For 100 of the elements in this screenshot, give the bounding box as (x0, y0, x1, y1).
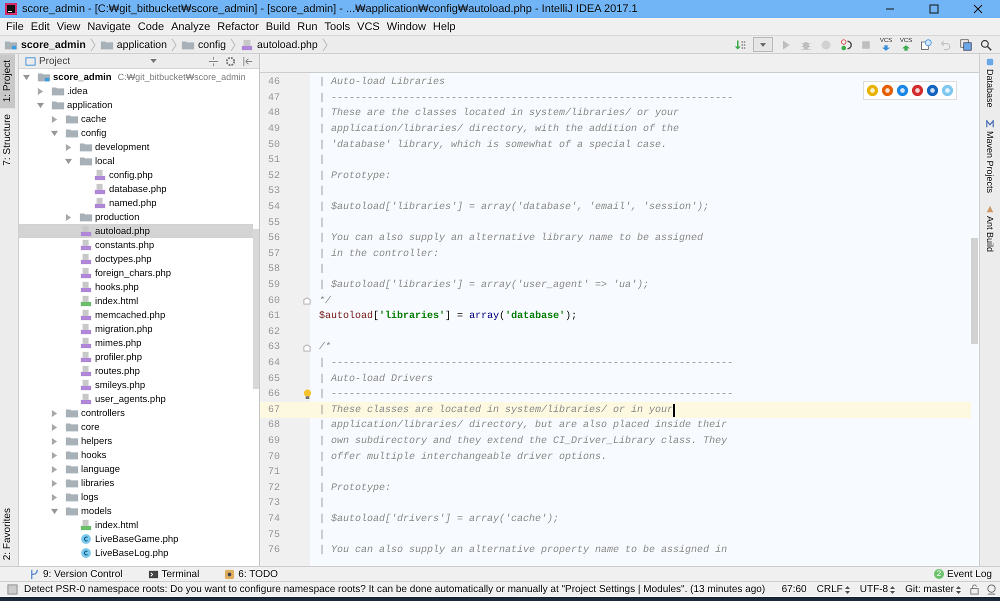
menu-item[interactable]: Tools (324, 20, 350, 32)
tree-item[interactable]: hooks (19, 448, 253, 462)
browser-icon[interactable] (911, 84, 924, 97)
menu-item[interactable]: Window (386, 20, 426, 32)
tree-item[interactable]: named.php (19, 196, 253, 210)
expand-arrow-icon[interactable] (51, 452, 58, 458)
tree-item[interactable]: development (19, 140, 253, 154)
expand-arrow-icon[interactable] (51, 116, 58, 122)
expand-arrow-icon[interactable] (51, 480, 58, 486)
scrollbar-thumb[interactable] (971, 238, 978, 344)
browser-icon[interactable] (881, 84, 894, 97)
tree-item[interactable]: hooks.php (19, 280, 253, 294)
menu-item[interactable]: Edit (30, 20, 50, 32)
tree-item[interactable]: index.html (19, 294, 253, 308)
menu-item[interactable]: Run (297, 20, 318, 32)
run-config-dropdown[interactable] (753, 37, 773, 52)
menu-item[interactable]: Help (432, 20, 456, 32)
tree-item[interactable]: helpers (19, 434, 253, 448)
lock-icon[interactable] (969, 584, 980, 595)
tree-item[interactable]: database.php (19, 182, 253, 196)
hide-panel-icon[interactable] (242, 56, 253, 66)
tree-item[interactable]: LiveBaseLog.php (19, 546, 253, 560)
tool-window-tab[interactable]: Ant Build (980, 202, 1000, 254)
tree-item[interactable]: memcached.php (19, 308, 253, 322)
expand-arrow-icon[interactable] (51, 424, 58, 430)
expand-arrow-icon[interactable] (65, 144, 72, 150)
breadcrumb-item[interactable]: autoload.php (240, 38, 318, 50)
scrollbar-thumb[interactable] (253, 229, 259, 389)
expand-arrow-icon[interactable] (51, 466, 58, 472)
tool-window-tab[interactable]: 2: Favorites (0, 502, 18, 566)
fold-marker-icon[interactable] (303, 297, 311, 306)
tree-item[interactable]: config.php (19, 168, 253, 182)
event-log-button[interactable]: 2 Event Log (934, 568, 1000, 580)
tool-window-tab[interactable]: 7: Structure (0, 108, 15, 172)
tree-item[interactable]: user_agents.php (19, 392, 253, 406)
menu-item[interactable]: Refactor (217, 20, 259, 32)
tool-window-button[interactable]: 9: Version Control (26, 568, 130, 580)
tree-item[interactable]: local (19, 154, 253, 168)
tree-item[interactable]: migration.php (19, 322, 253, 336)
tree-item[interactable]: production (19, 210, 253, 224)
folder-icon (37, 71, 51, 83)
php-file-icon (79, 309, 93, 321)
menu-item[interactable]: Navigate (87, 20, 131, 32)
tree-item[interactable]: cache (19, 112, 253, 126)
tree-item[interactable]: LiveBaseGame.php (19, 532, 253, 546)
menu-item[interactable]: View (56, 20, 80, 32)
tool-window-button[interactable]: Terminal (144, 568, 208, 580)
menu-item[interactable]: File (6, 20, 24, 32)
encoding-selector[interactable]: UTF-8 (860, 584, 896, 595)
tree-item[interactable]: language (19, 462, 253, 476)
tree-item[interactable]: score_admin C:₩git_bitbucket₩score_admin (19, 70, 253, 84)
tree-item[interactable]: doctypes.php (19, 252, 253, 266)
maximize-icon[interactable] (929, 4, 939, 14)
expand-arrow-icon[interactable] (51, 508, 58, 514)
tree-item[interactable]: application (19, 98, 253, 112)
settings-icon[interactable] (225, 56, 236, 66)
caret-position[interactable]: 67:60 (782, 584, 807, 595)
panel-toggle-icon[interactable] (7, 584, 18, 595)
expand-arrow-icon[interactable] (51, 130, 58, 136)
browser-icon[interactable] (926, 84, 939, 97)
tool-window-tab[interactable]: Database (980, 56, 1000, 110)
git-branch-selector[interactable]: Git: master (905, 584, 961, 595)
browser-icon[interactable] (896, 84, 909, 97)
tree-item[interactable]: libraries (19, 476, 253, 490)
breadcrumb-item[interactable]: config (180, 38, 226, 50)
menu-item[interactable]: Code (138, 20, 164, 32)
tree-item[interactable]: logs (19, 490, 253, 504)
line-separator-selector[interactable]: CRLF (816, 584, 850, 595)
tool-window-button[interactable]: 6: TODO (221, 568, 286, 580)
tree-item[interactable]: autoload.php (19, 224, 253, 238)
breadcrumb-item[interactable]: application (100, 38, 167, 50)
tree-item[interactable]: constants.php (19, 238, 253, 252)
breadcrumb-item[interactable]: score_admin (4, 38, 86, 50)
expand-arrow-icon[interactable] (51, 438, 58, 444)
lightbulb-icon[interactable] (303, 389, 312, 400)
tree-item[interactable]: smileys.php (19, 378, 253, 392)
collapse-all-icon[interactable] (208, 56, 219, 66)
expand-arrow-icon[interactable] (65, 214, 72, 220)
expand-arrow-icon[interactable] (37, 88, 44, 94)
tree-item[interactable]: config (19, 126, 253, 140)
tree-item[interactable]: routes.php (19, 364, 253, 378)
tree-item[interactable]: foreign_chars.php (19, 266, 253, 280)
menu-item[interactable]: VCS (357, 20, 380, 32)
tree-item[interactable]: profiler.php (19, 350, 253, 364)
menu-item[interactable]: Build (266, 20, 290, 32)
expand-arrow-icon[interactable] (37, 102, 44, 108)
tree-item[interactable]: mimes.php (19, 336, 253, 350)
tool-window-tab[interactable]: Maven Projects (980, 118, 1000, 195)
tree-item[interactable]: index.html (19, 518, 253, 532)
tool-window-tab[interactable]: 1: Project (0, 54, 15, 108)
expand-arrow-icon[interactable] (65, 158, 72, 164)
expand-arrow-icon[interactable] (51, 410, 58, 416)
expand-arrow-icon[interactable] (23, 74, 30, 80)
expand-arrow-icon[interactable] (51, 494, 58, 500)
close-icon[interactable] (973, 4, 983, 14)
menu-item[interactable]: Analyze (171, 20, 210, 32)
tree-item[interactable]: .idea (19, 84, 253, 98)
tree-item[interactable]: core (19, 420, 253, 434)
tree-item[interactable]: models (19, 504, 253, 518)
tree-item[interactable]: controllers (19, 406, 253, 420)
